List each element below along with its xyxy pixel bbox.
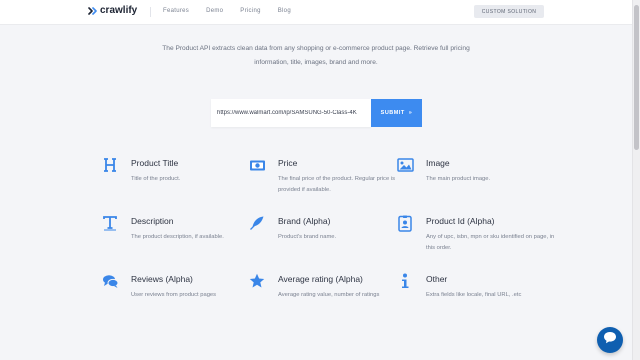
scrollbar-thumb[interactable]: [634, 5, 639, 150]
image-icon: [396, 156, 414, 174]
nav-links: Features Demo Pricing Blog: [163, 8, 291, 14]
feature-description: The product description, if available.: [131, 234, 224, 240]
feature-description: Product's brand name.: [278, 234, 337, 240]
nav-link-pricing[interactable]: Pricing: [240, 8, 260, 14]
submit-label: SUBMIT: [380, 110, 405, 116]
nav-link-demo[interactable]: Demo: [206, 8, 223, 14]
nav-link-features[interactable]: Features: [163, 8, 189, 14]
top-navigation: crawlify Features Demo Pricing Blog CUST…: [0, 0, 632, 24]
feature-title: Product Id (Alpha): [426, 216, 495, 226]
text-icon: [101, 214, 119, 232]
heading-icon: [101, 156, 119, 174]
feature-title: Brand (Alpha): [278, 216, 331, 226]
logo-text: crawlify: [100, 5, 138, 16]
feature-description: Title of the product.: [131, 176, 181, 182]
logo[interactable]: crawlify: [88, 5, 137, 16]
submit-arrow-icon: »: [408, 110, 413, 116]
hero-description: The Product API extracts clean data from…: [162, 45, 470, 66]
feature-description: The final price of the product. Regular …: [278, 176, 395, 193]
page-scrollbar[interactable]: [632, 0, 640, 360]
feature-description: User reviews from product pages: [131, 292, 217, 298]
money-icon: [248, 156, 266, 174]
feature-title: Product Title: [131, 158, 179, 168]
feature-description: The main product image.: [426, 176, 491, 182]
feather-icon: [248, 214, 266, 232]
nav-divider: [150, 7, 151, 17]
star-icon: [248, 272, 266, 290]
nav-link-blog[interactable]: Blog: [278, 8, 291, 14]
feature-title: Other: [426, 274, 448, 284]
feature-title: Reviews (Alpha): [131, 274, 193, 284]
chat-widget-button[interactable]: [597, 327, 623, 353]
url-form: SUBMIT »: [211, 99, 422, 127]
info-icon: [396, 272, 414, 290]
submit-button[interactable]: SUBMIT »: [371, 99, 422, 127]
logo-icon: [88, 6, 98, 15]
custom-solution-button[interactable]: CUSTOM SOLUTION: [474, 5, 544, 18]
comments-icon: [101, 272, 119, 290]
feature-title: Image: [426, 158, 450, 168]
id-badge-icon: [396, 214, 414, 232]
feature-description: Extra fields like locale, final URL, .et…: [426, 292, 522, 298]
feature-description: Average rating value, number of ratings: [278, 292, 380, 298]
feature-description: Any of upc, isbn, mpn or sku identified …: [426, 234, 555, 251]
feature-title: Description: [131, 216, 174, 226]
feature-title: Average rating (Alpha): [278, 274, 363, 284]
feature-title: Price: [278, 158, 298, 168]
chat-bubble-icon: [603, 331, 617, 349]
url-input[interactable]: [211, 99, 371, 127]
